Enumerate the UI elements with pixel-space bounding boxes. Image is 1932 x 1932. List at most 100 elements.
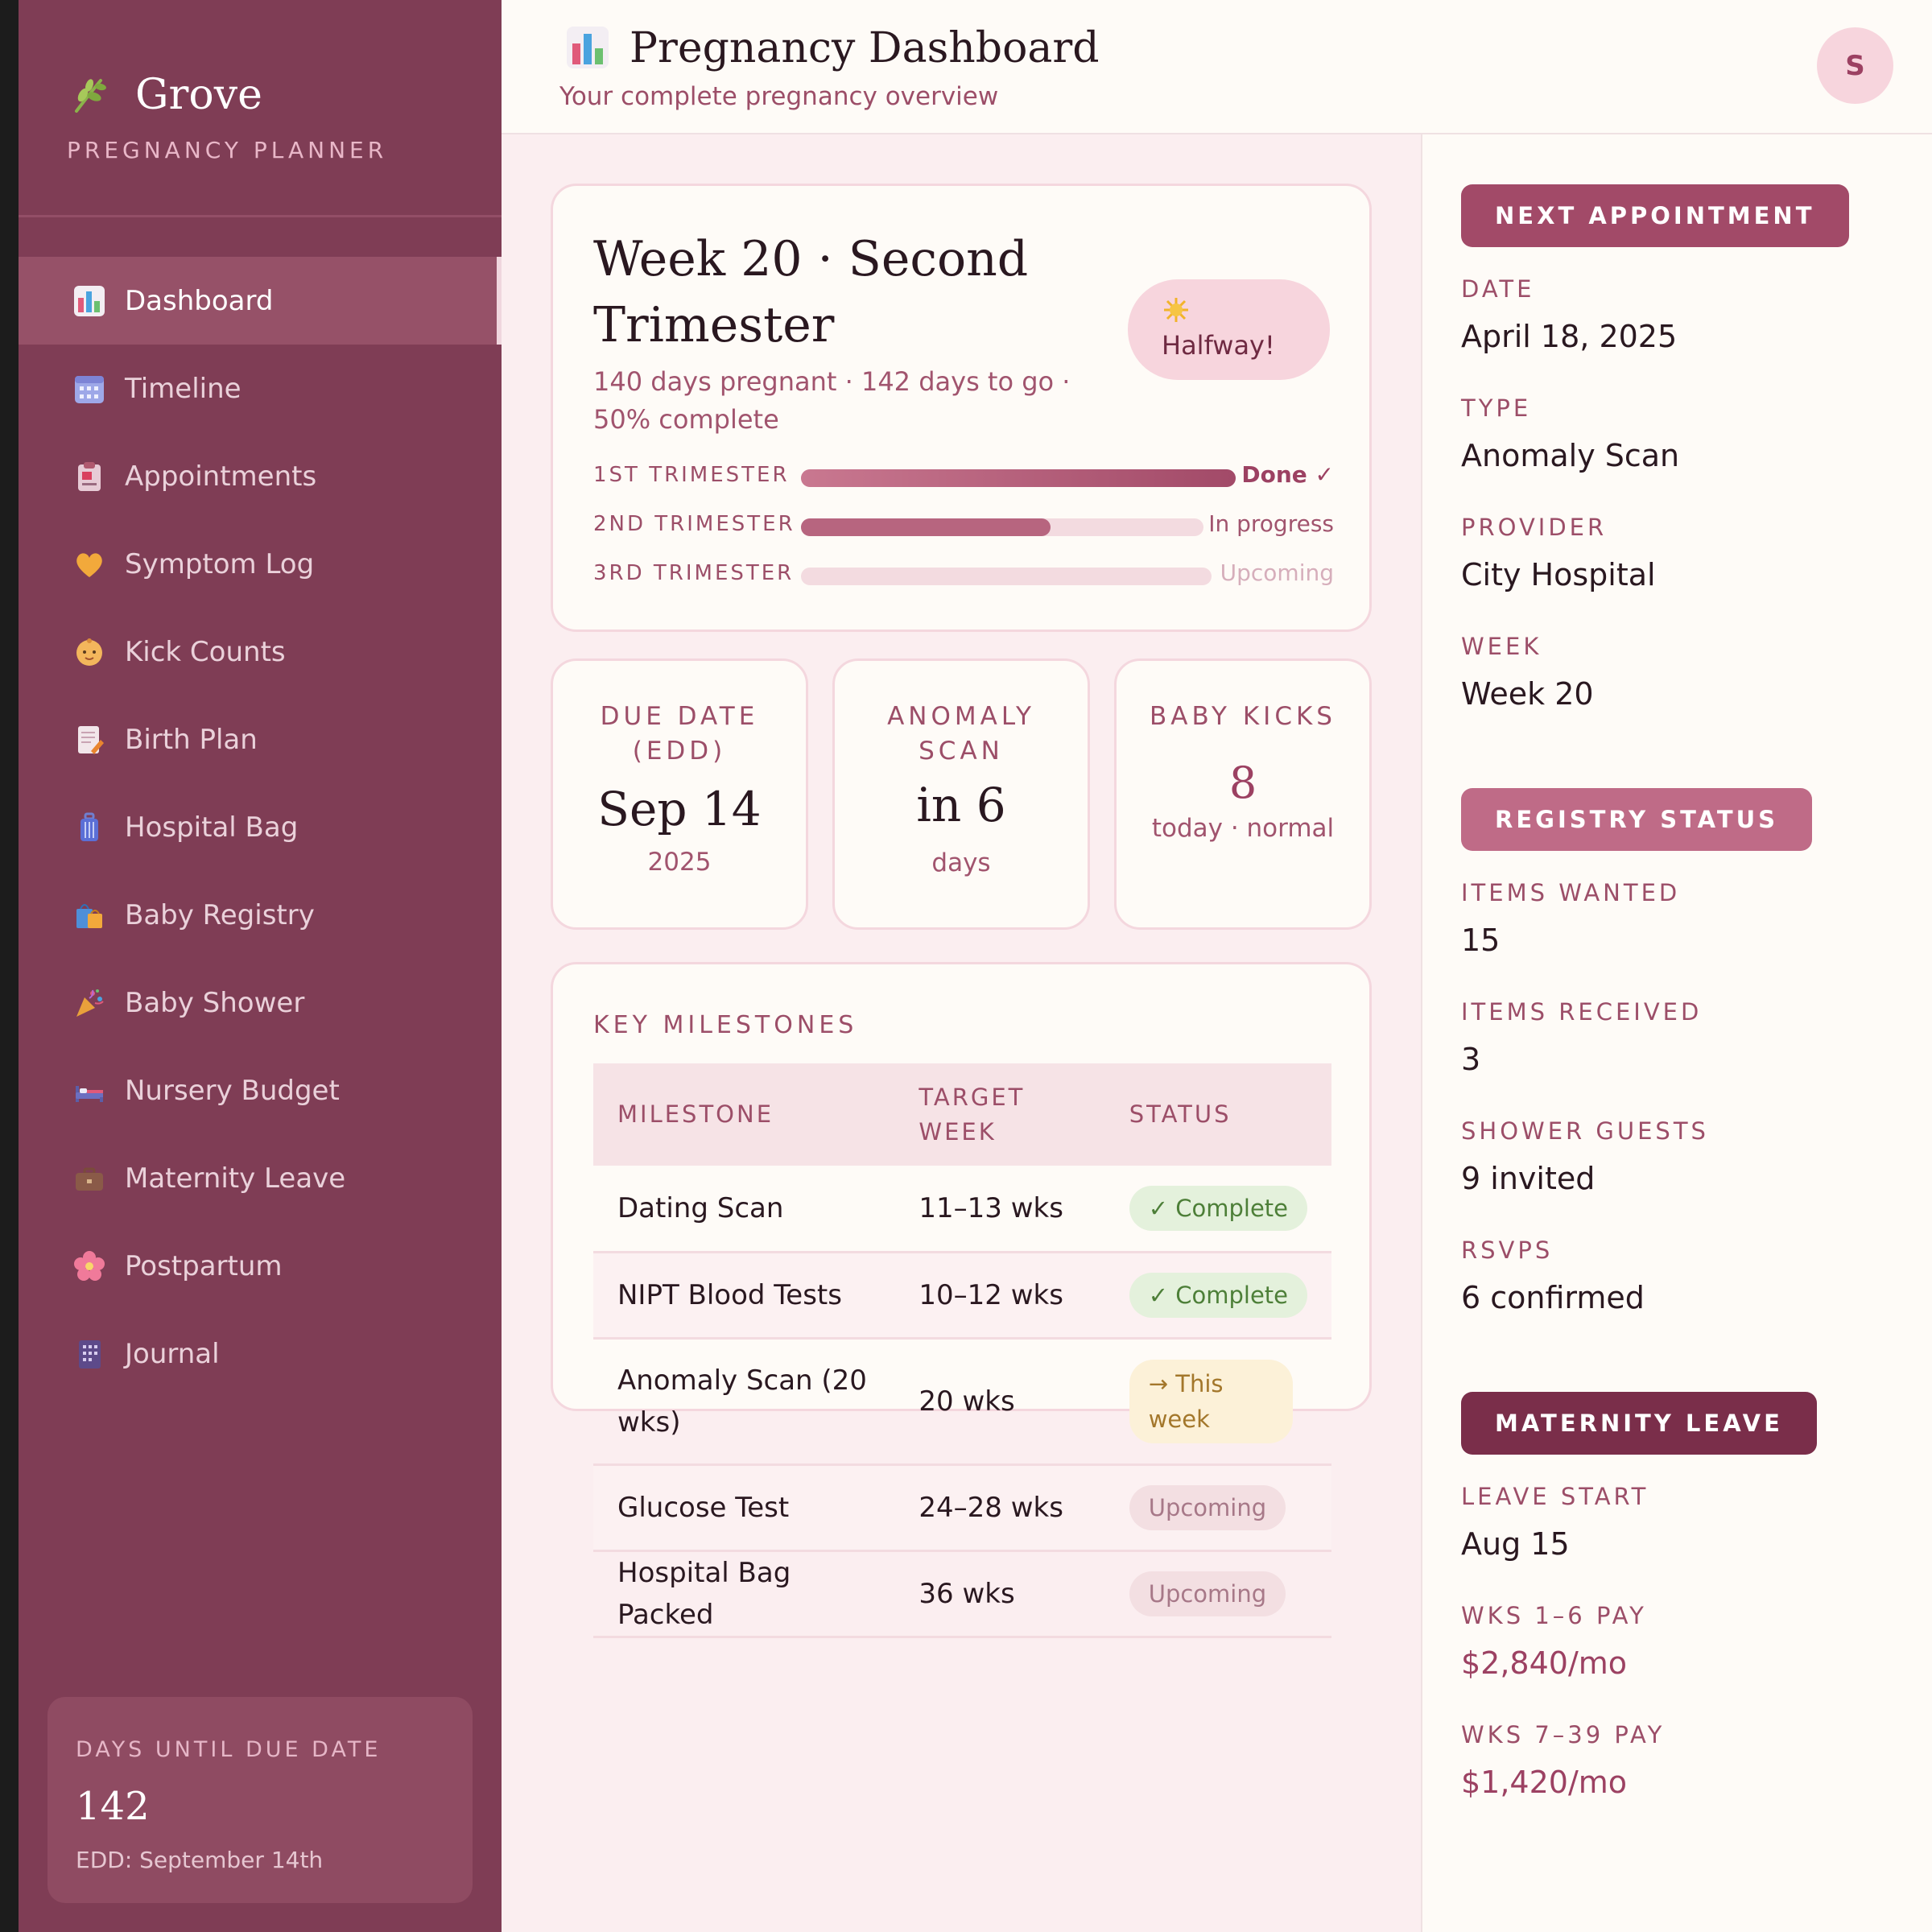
page-subtitle: Your complete pregnancy overview (559, 82, 999, 111)
page-title: Pregnancy Dashboard (630, 24, 1100, 72)
shopping-bags-icon (76, 903, 102, 928)
field-value: Anomaly Scan (1461, 438, 1680, 473)
sidebar-item-symptom-log[interactable]: Symptom Log (19, 520, 502, 608)
sidebar-item-maternity-leave[interactable]: Maternity Leave (19, 1134, 502, 1222)
milestones-title: KEY MILESTONES (593, 1011, 858, 1039)
milestones-table: MILESTONE TARGET WEEK STATUS Dating Scan… (593, 1063, 1331, 1638)
table-row[interactable]: NIPT Blood Tests 10–12 wks ✓ Complete (593, 1252, 1331, 1340)
milestone-name: Glucose Test (593, 1464, 895, 1552)
milestone-week: 11–13 wks (894, 1166, 1105, 1253)
sidebar-item-label: Timeline (125, 372, 242, 405)
sidebar-item-birth-plan[interactable]: Birth Plan (19, 696, 502, 783)
stat-value: in 6 (916, 778, 1006, 832)
field-label: TYPE (1461, 394, 1532, 422)
sidebar-item-label: Birth Plan (125, 723, 258, 756)
memo-icon (78, 725, 104, 754)
stat-label: DUE DATE (EDD) (600, 702, 759, 766)
status-badge: Upcoming (1129, 1484, 1286, 1530)
status-badge: ✓ Complete (1129, 1272, 1307, 1318)
week-title: Week 20 · Second Trimester (593, 231, 1029, 353)
field-label: DATE (1461, 275, 1535, 303)
bar-chart-icon (74, 285, 105, 316)
heart-icon (76, 552, 102, 577)
milestone-name: Hospital Bag Packed (593, 1550, 895, 1638)
field-value: Week 20 (1461, 676, 1594, 712)
sidebar-item-timeline[interactable]: Timeline (19, 345, 502, 432)
stat-card-baby-kicks: BABY KICKS 8 today · normal (1114, 658, 1372, 930)
next-appointment-tag: NEXT APPOINTMENT (1461, 184, 1849, 247)
seedling-icon (75, 79, 106, 113)
sidebar-item-dashboard[interactable]: Dashboard (19, 257, 502, 345)
sidebar-item-nursery-budget[interactable]: Nursery Budget (19, 1046, 502, 1134)
party-popper-icon (76, 989, 104, 1017)
status-badge: → This week (1129, 1359, 1293, 1443)
field-label: LEAVE START (1461, 1483, 1649, 1510)
table-row[interactable]: Dating Scan 11–13 wks ✓ Complete (593, 1166, 1331, 1253)
sidebar-item-postpartum[interactable]: Postpartum (19, 1222, 502, 1310)
window-edge (0, 0, 19, 1932)
clipboard-icon (78, 461, 101, 491)
stat-card-anomaly-scan: ANOMALY SCAN in 6 days (832, 658, 1090, 930)
sidebar-item-journal[interactable]: Journal (19, 1310, 502, 1397)
milestone-status-cell: → This week (1104, 1338, 1331, 1466)
sidebar-item-label: Dashboard (125, 284, 274, 317)
flower-icon (74, 1250, 105, 1281)
sidebar-item-kick-counts[interactable]: Kick Counts (19, 608, 502, 696)
days-card-value: 142 (76, 1784, 150, 1829)
avatar[interactable]: S (1817, 27, 1893, 104)
field-value: $2,840/mo (1461, 1645, 1628, 1681)
table-row[interactable]: Hospital Bag Packed 36 wks Upcoming (593, 1550, 1331, 1638)
field-value: 6 confirmed (1461, 1280, 1645, 1315)
trimester-status: Done ✓ (1241, 461, 1334, 488)
sidebar-item-label: Postpartum (125, 1249, 283, 1282)
field-value: City Hospital (1461, 557, 1656, 592)
bed-icon (76, 1085, 103, 1102)
sidebar-item-appointments[interactable]: Appointments (19, 432, 502, 520)
column-header: TARGET WEEK (894, 1063, 1105, 1166)
right-panel: NEXT APPOINTMENT DATE April 18, 2025 TYP… (1421, 134, 1932, 1932)
top-bar: Pregnancy Dashboard Your complete pregna… (502, 0, 1932, 134)
briefcase-icon (76, 1167, 103, 1191)
stat-sub: 2025 (647, 848, 712, 877)
field-label: PROVIDER (1461, 514, 1608, 541)
halfway-label: Halfway! (1162, 330, 1275, 361)
sidebar-item-baby-shower[interactable]: Baby Shower (19, 959, 502, 1046)
calendar-icon (75, 375, 104, 403)
trimester-progress-bar (801, 518, 1203, 536)
sidebar-item-baby-registry[interactable]: Baby Registry (19, 871, 502, 959)
table-row[interactable]: Anomaly Scan (20 wks) 20 wks → This week (593, 1338, 1331, 1466)
brand-name: Grove (135, 71, 262, 119)
trimester-progress-bar (801, 469, 1236, 487)
sidebar-item-label: Nursery Budget (125, 1074, 340, 1107)
milestone-status-cell: Upcoming (1104, 1464, 1331, 1552)
milestone-name: NIPT Blood Tests (593, 1252, 895, 1340)
sidebar-nav: Dashboard Timeline Appointments Symptom … (19, 257, 502, 1397)
baby-icon (76, 638, 102, 666)
stat-sub: today · normal (1151, 814, 1335, 843)
days-card-title: DAYS UNTIL DUE DATE (76, 1737, 382, 1762)
stat-value: Sep 14 (597, 782, 762, 836)
field-label: WEEK (1461, 633, 1542, 660)
milestone-week: 36 wks (894, 1550, 1105, 1638)
field-value: April 18, 2025 (1461, 319, 1678, 354)
sidebar-item-label: Symptom Log (125, 547, 315, 580)
trimester-row-3: 3RD TRIMESTER Upcoming (593, 558, 1334, 590)
stat-label: ANOMALY SCAN (887, 702, 1035, 766)
sidebar-item-label: Hospital Bag (125, 811, 299, 844)
sidebar-item-label: Kick Counts (125, 635, 286, 668)
milestone-name: Dating Scan (593, 1166, 895, 1253)
trimester-row-2: 2ND TRIMESTER In progress (593, 509, 1334, 541)
table-row[interactable]: Glucose Test 24–28 wks Upcoming (593, 1464, 1331, 1552)
stat-label: BABY KICKS (1150, 702, 1336, 731)
milestone-week: 20 wks (894, 1338, 1105, 1466)
sidebar-item-hospital-bag[interactable]: Hospital Bag (19, 783, 502, 871)
milestones-card: KEY MILESTONES MILESTONE TARGET WEEK STA… (551, 962, 1372, 1638)
luggage-icon (80, 812, 98, 841)
trimester-progress-fill (801, 469, 1236, 487)
column-header: STATUS (1104, 1063, 1331, 1166)
stat-sub: days (931, 848, 991, 877)
field-label: RSVPS (1461, 1236, 1554, 1264)
stat-value: 8 (1228, 758, 1257, 808)
trimester-status: In progress (1208, 510, 1334, 537)
milestone-name: Anomaly Scan (20 wks) (593, 1338, 895, 1466)
